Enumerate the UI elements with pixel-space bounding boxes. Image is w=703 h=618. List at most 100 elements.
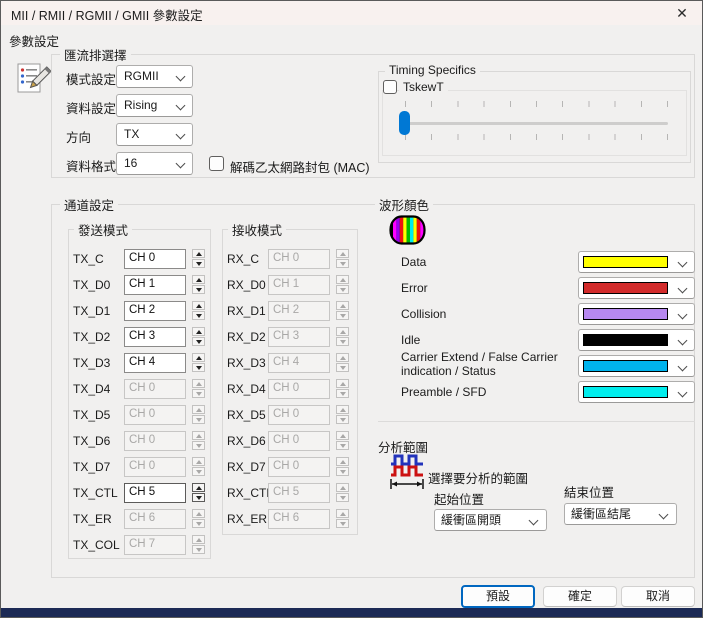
channel-spinner <box>336 327 349 347</box>
end-position-select[interactable]: 緩衝區結尾 <box>564 503 677 525</box>
default-button[interactable]: 預設 <box>461 585 535 608</box>
channel-input: CH 0 <box>124 405 186 425</box>
channel-label: TX_ER <box>73 512 112 526</box>
color-select[interactable] <box>578 303 695 325</box>
spinner-up-button[interactable] <box>192 483 205 492</box>
notepad-pencil-icon <box>12 59 52 99</box>
color-select[interactable] <box>578 277 695 299</box>
color-swatch <box>583 282 668 294</box>
start-position-select[interactable]: 緩衝區開頭 <box>434 509 547 531</box>
channel-spinner <box>192 509 205 529</box>
end-position-label: 結束位置 <box>564 486 615 500</box>
color-label: Error <box>401 281 428 295</box>
channel-spinner <box>336 301 349 321</box>
channel-input[interactable]: CH 5 <box>124 483 186 503</box>
color-select[interactable] <box>578 329 695 351</box>
color-label: Data <box>401 255 427 269</box>
channel-input[interactable]: CH 0 <box>124 249 186 269</box>
spinner-down-button[interactable] <box>192 493 205 502</box>
bottom-strip <box>1 608 702 617</box>
channel-label: TX_D2 <box>73 330 111 344</box>
channel-spinner <box>192 249 205 269</box>
channel-input: CH 5 <box>268 483 330 503</box>
spinner-up-button[interactable] <box>192 301 205 310</box>
channel-label: TX_D6 <box>73 434 111 448</box>
direction-select[interactable]: TX <box>116 123 193 146</box>
mode-label: 模式設定 <box>66 73 117 87</box>
channel-input: CH 7 <box>124 535 186 555</box>
spinner-up-button[interactable] <box>192 353 205 362</box>
channel-input: CH 2 <box>268 301 330 321</box>
color-swatch <box>583 308 668 320</box>
spinner-down-button <box>192 467 205 476</box>
channel-label: RX_ER <box>227 512 268 526</box>
tskew-slider-track[interactable] <box>405 122 668 125</box>
mode-select[interactable]: RGMII <box>116 65 193 88</box>
color-label: Preamble / SFD <box>401 385 487 399</box>
spinner-down-button <box>336 441 349 450</box>
spinner-down-button <box>192 415 205 424</box>
channel-label: RX_D3 <box>227 356 266 370</box>
direction-label: 方向 <box>66 131 92 145</box>
spinner-down-button <box>192 519 205 528</box>
channel-spinner <box>336 405 349 425</box>
data-edge-select[interactable]: Rising <box>116 94 193 117</box>
channel-spinner <box>192 327 205 347</box>
start-position-label: 起始位置 <box>434 493 485 507</box>
channel-input[interactable]: CH 4 <box>124 353 186 373</box>
rx-group-label: 接收模式 <box>228 220 287 239</box>
spinner-down-button <box>336 285 349 294</box>
spinner-down-button <box>336 389 349 398</box>
slider-ticks-top <box>405 101 668 107</box>
spinner-down-button[interactable] <box>192 311 205 320</box>
spinner-down-button[interactable] <box>192 259 205 268</box>
channel-spinner <box>336 353 349 373</box>
spinner-up-button <box>336 379 349 388</box>
spinner-up-button <box>336 509 349 518</box>
waveform-colors-icon <box>389 215 426 245</box>
color-label: Collision <box>401 307 447 321</box>
color-swatch <box>583 256 668 268</box>
spinner-up-button <box>192 379 205 388</box>
spinner-down-button <box>192 545 205 554</box>
spinner-up-button <box>192 535 205 544</box>
channel-label: RX_C <box>227 252 260 266</box>
spinner-up-button[interactable] <box>192 249 205 258</box>
channels-group-label: 通道設定 <box>60 195 119 214</box>
channel-spinner <box>192 275 205 295</box>
spinner-down-button[interactable] <box>192 363 205 372</box>
window-title: MII / RMII / RGMII / GMII 參數設定 <box>11 9 203 23</box>
channel-spinner <box>192 431 205 451</box>
tab-parameter-settings[interactable]: 參數設定 <box>9 31 59 50</box>
channel-label: TX_C <box>73 252 104 266</box>
tskew-slider-handle[interactable] <box>399 111 410 135</box>
channel-input[interactable]: CH 2 <box>124 301 186 321</box>
bus-group-label: 匯流排選擇 <box>60 45 131 64</box>
tskewt-label: TskewT <box>399 80 448 94</box>
spinner-down-button <box>336 467 349 476</box>
spinner-down-button[interactable] <box>192 285 205 294</box>
data-format-select[interactable]: 16 <box>116 152 193 175</box>
color-select[interactable] <box>578 355 695 377</box>
mac-decode-label: 解碼乙太網路封包 (MAC) <box>230 161 370 175</box>
channel-label: TX_CTL <box>73 486 118 500</box>
cancel-button[interactable]: 取消 <box>621 586 695 607</box>
ok-button[interactable]: 確定 <box>543 586 617 607</box>
color-select[interactable] <box>578 251 695 273</box>
channel-spinner <box>192 457 205 477</box>
tskewt-checkbox[interactable] <box>383 80 397 94</box>
spinner-up-button <box>336 353 349 362</box>
color-swatch <box>583 386 668 398</box>
spinner-down-button[interactable] <box>192 337 205 346</box>
mac-decode-checkbox[interactable] <box>209 156 224 171</box>
channel-input[interactable]: CH 1 <box>124 275 186 295</box>
spinner-up-button[interactable] <box>192 275 205 284</box>
channel-input: CH 0 <box>268 457 330 477</box>
color-select[interactable] <box>578 381 695 403</box>
spinner-up-button[interactable] <box>192 327 205 336</box>
channel-label: TX_D0 <box>73 278 111 292</box>
close-icon[interactable]: ✕ <box>672 3 692 23</box>
spinner-down-button <box>336 415 349 424</box>
chevron-down-icon <box>677 257 688 268</box>
channel-input[interactable]: CH 3 <box>124 327 186 347</box>
